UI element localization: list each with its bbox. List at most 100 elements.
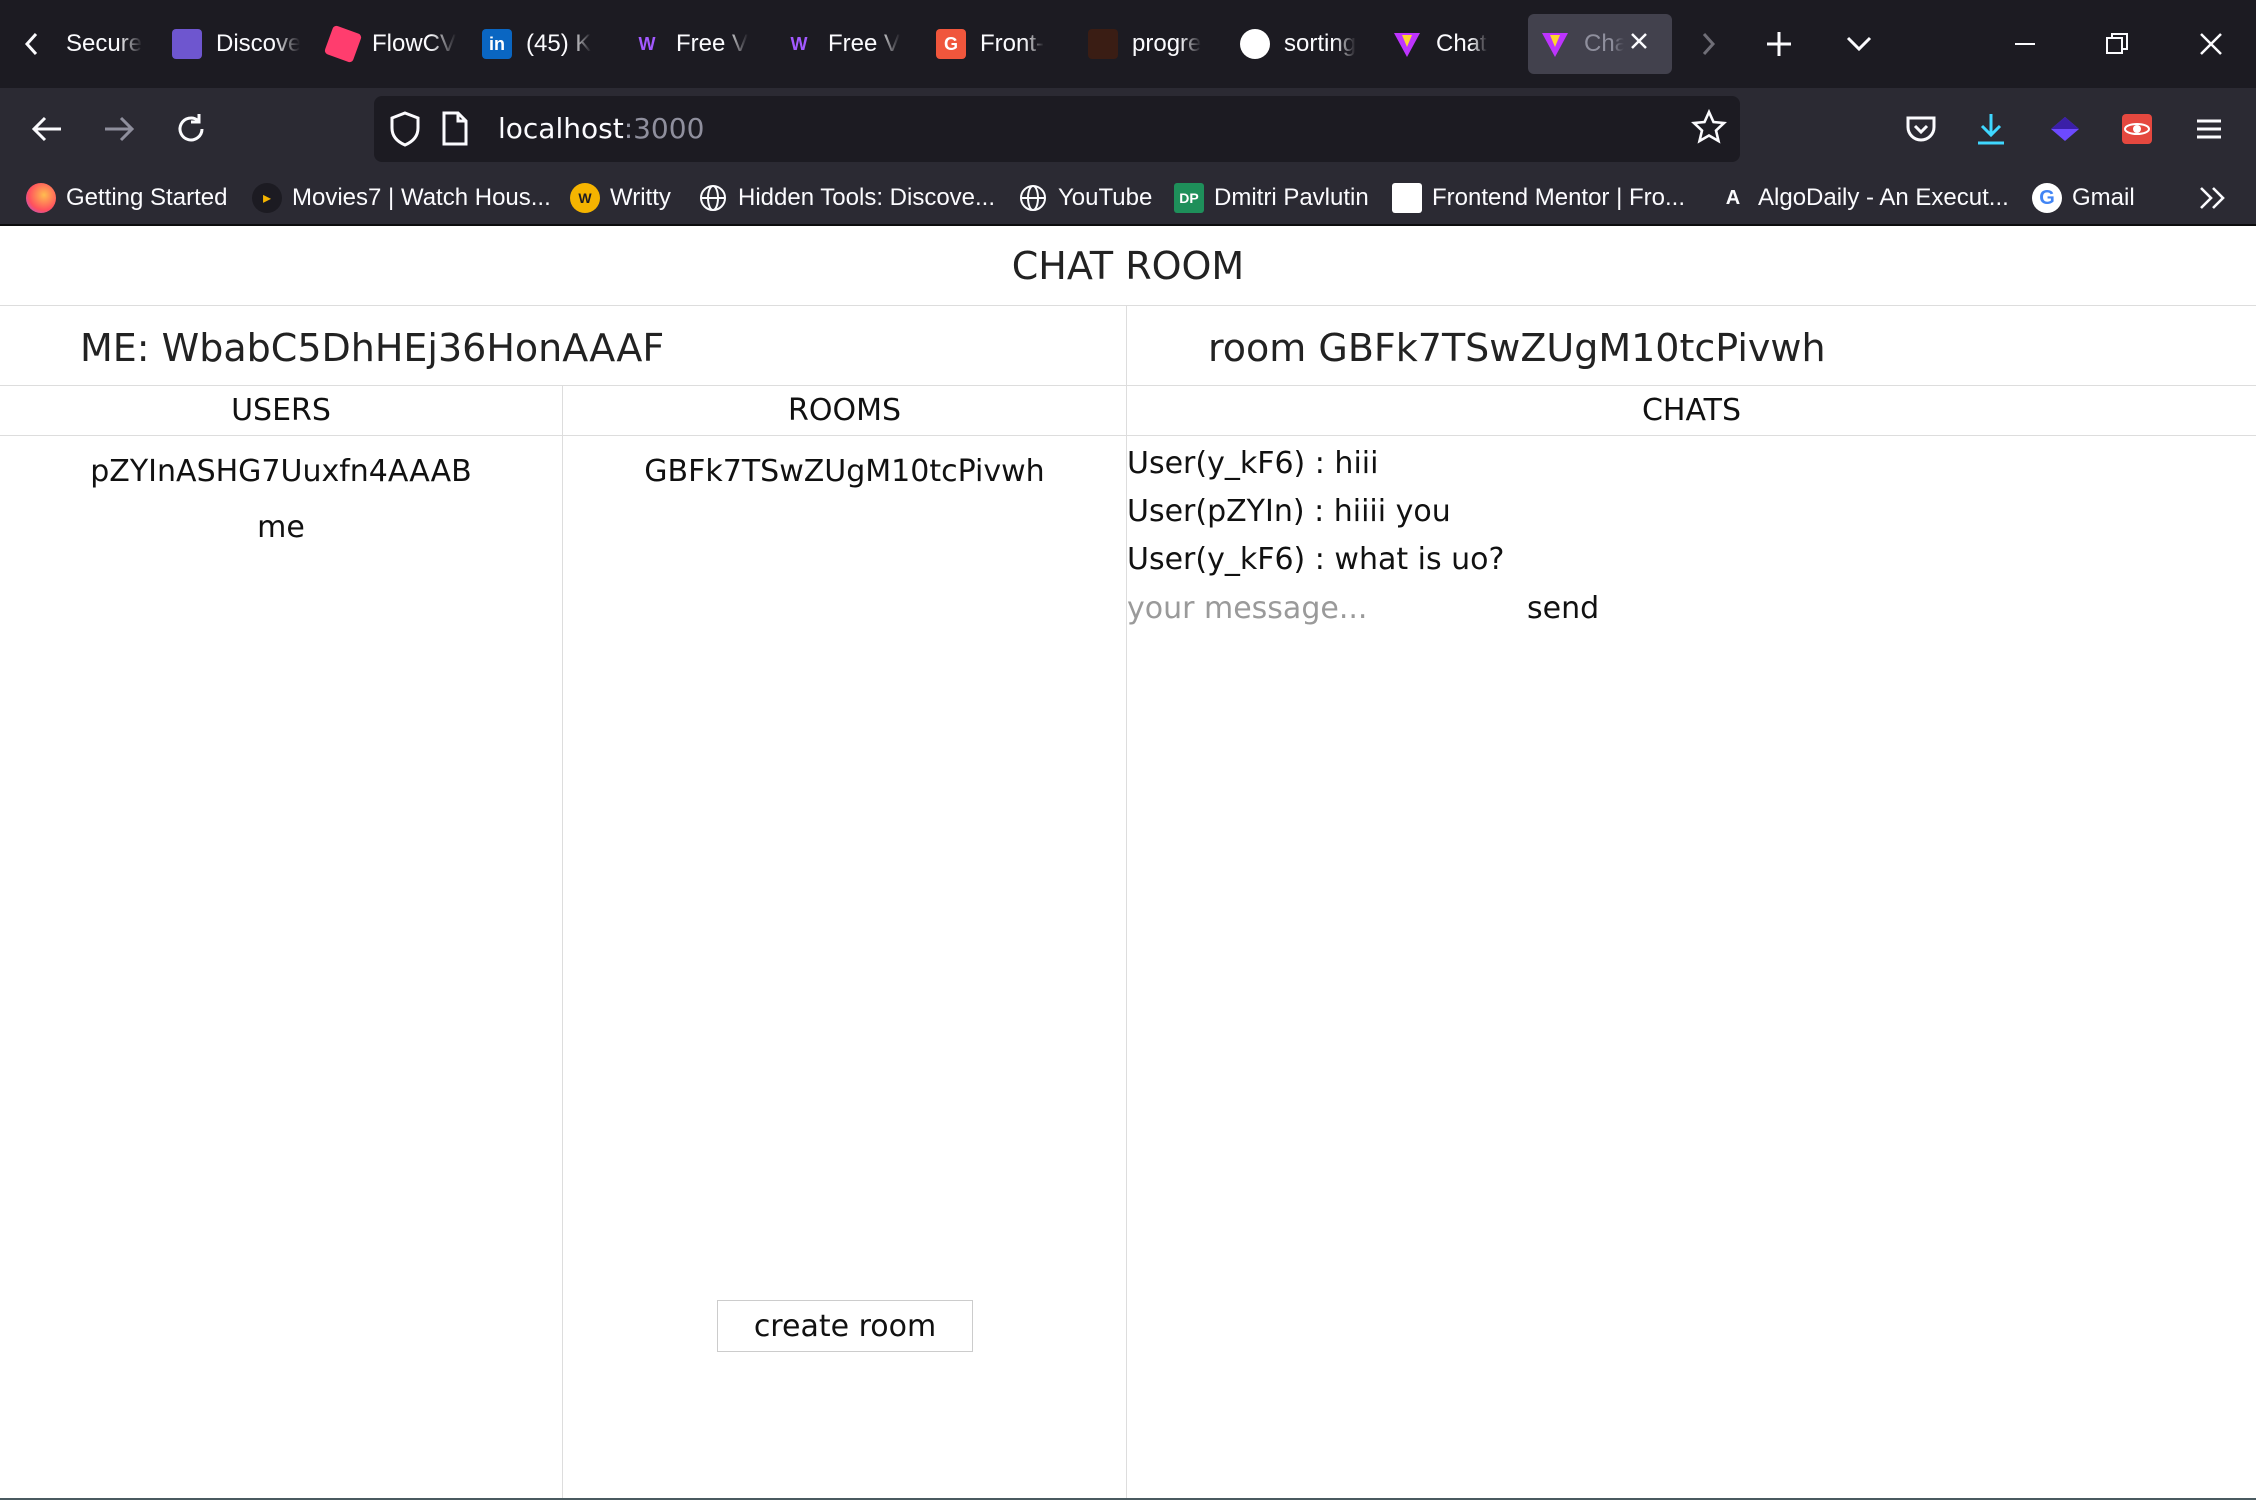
writty-icon: W — [570, 183, 600, 213]
bookmark-label: Movies7 | Watch Hous... — [292, 184, 551, 211]
bookmark-label: YouTube — [1058, 184, 1153, 211]
bookmarks-toolbar: Getting Started ▸ Movies7 | Watch Hous..… — [0, 170, 2256, 226]
scroll-tabs-left-button[interactable] — [12, 14, 52, 74]
bookmark-getting-started[interactable]: Getting Started — [26, 178, 227, 218]
discover-favicon-icon — [172, 29, 202, 59]
bookmark-movies7[interactable]: ▸ Movies7 | Watch Hous... — [252, 178, 551, 218]
message-composer: send — [1127, 584, 2256, 632]
page-bottom-border — [0, 1498, 2256, 1500]
frontend-mentor-icon — [1392, 183, 1422, 213]
pocket-icon — [1906, 116, 1936, 142]
tab-front[interactable]: G Front- — [924, 14, 1064, 74]
minimize-icon — [2015, 43, 2035, 45]
restore-icon — [2106, 33, 2128, 54]
tab-label: Chat — [1436, 30, 1487, 57]
globe-icon — [1018, 183, 1048, 213]
url-port: :3000 — [623, 112, 705, 145]
room-item[interactable]: GBFk7TSwZUgM10tcPivwh — [563, 444, 1126, 500]
tab-chat[interactable]: Chat — [1380, 14, 1520, 74]
chat-app: CHAT ROOM ME: WbabC5DhHEj36HonAAAF room … — [0, 226, 2256, 1500]
current-room-header: room GBFk7TSwZUgM10tcPivwh — [1127, 306, 2256, 386]
webflow-favicon-icon: W — [638, 33, 656, 54]
tab-bar: Secure Discover FlowCV in (45) K W Free … — [0, 0, 2256, 88]
chats-header: CHATS — [1127, 386, 2256, 436]
restore-button[interactable] — [2092, 14, 2142, 74]
navigation-toolbar: localhost:3000 — [0, 88, 2256, 170]
pocket-button[interactable] — [1896, 104, 1946, 154]
tab-secure[interactable]: Secure — [54, 14, 144, 74]
tab-label: Chat — [1584, 30, 1624, 57]
bookmark-frontend-mentor[interactable]: Frontend Mentor | Fro... — [1392, 178, 1685, 218]
reload-button[interactable] — [166, 104, 216, 154]
extension-devtools-button[interactable] — [2112, 104, 2162, 154]
bookmark-gmail[interactable]: G Gmail — [2032, 178, 2135, 218]
bookmark-label: Getting Started — [66, 184, 228, 211]
minimize-button[interactable] — [2000, 14, 2050, 74]
chat-message: User(y_kF6) : what is uo? — [1127, 542, 1505, 577]
tab-chat-active[interactable]: Chat — [1528, 14, 1672, 74]
tab-free-v-1[interactable]: W Free V — [620, 14, 760, 74]
app-menu-button[interactable] — [2184, 104, 2234, 154]
bookmark-writty[interactable]: W Writty — [570, 178, 671, 218]
shield-icon[interactable] — [388, 110, 422, 153]
bookmark-dmitri-pavlutin[interactable]: DP Dmitri Pavlutin — [1174, 178, 1369, 218]
user-item-me[interactable]: me — [0, 500, 562, 556]
close-window-button[interactable] — [2186, 14, 2236, 74]
bookmark-label: Frontend Mentor | Fro... — [1432, 184, 1685, 211]
tab-free-v-2[interactable]: W Free V — [772, 14, 912, 74]
more-bookmarks-button[interactable] — [2196, 178, 2230, 218]
forward-button[interactable] — [94, 104, 144, 154]
back-button[interactable] — [22, 104, 72, 154]
url-text[interactable]: localhost:3000 — [498, 112, 704, 145]
users-list: pZYInASHG7Uuxfn4AAAB me — [0, 436, 562, 556]
vite-favicon-icon — [1540, 29, 1570, 59]
bookmark-hidden-tools[interactable]: Hidden Tools: Discove... — [698, 178, 995, 218]
chevron-right-icon — [1702, 32, 1716, 56]
chat-message: User(pZYIn) : hiiii you — [1127, 494, 1451, 529]
tab-flowcv[interactable]: FlowCV — [316, 14, 456, 74]
extension-proton-button[interactable] — [2040, 104, 2090, 154]
send-button[interactable]: send — [1527, 584, 1599, 632]
downloads-button[interactable] — [1966, 104, 2016, 154]
tab-label: progre — [1132, 30, 1202, 57]
tab-label: sorting — [1284, 30, 1357, 57]
tab-label: FlowCV — [372, 30, 456, 57]
chats-panel: CHATS User(y_kF6) : hiii User(pZYIn) : h… — [1127, 386, 2256, 1500]
arrow-right-icon — [105, 116, 135, 142]
hamburger-menu-icon — [2197, 119, 2221, 139]
users-header: USERS — [0, 386, 562, 436]
close-icon — [2200, 33, 2222, 55]
close-tab-icon[interactable] — [1628, 30, 1650, 59]
tab-discover[interactable]: Discover — [160, 14, 300, 74]
tab-linkedin[interactable]: in (45) K — [470, 14, 610, 74]
tab-progress[interactable]: progre — [1076, 14, 1216, 74]
scroll-tabs-right-button[interactable] — [1690, 14, 1726, 74]
double-chevron-right-icon — [2200, 187, 2225, 209]
tab-label: Front- — [980, 30, 1045, 57]
bookmark-label: AlgoDaily - An Execut... — [1758, 184, 2009, 211]
bookmark-label: Writty — [610, 184, 671, 211]
tab-sorting[interactable]: sorting — [1228, 14, 1368, 74]
address-bar[interactable]: localhost:3000 — [374, 96, 1740, 162]
linkedin-favicon-icon: in — [482, 29, 512, 59]
user-item[interactable]: pZYInASHG7Uuxfn4AAAB — [0, 444, 562, 500]
list-all-tabs-button[interactable] — [1834, 14, 1884, 74]
bookmark-star-icon[interactable] — [1690, 108, 1728, 151]
tab-label: Secure — [66, 30, 143, 57]
url-host: localhost — [498, 112, 624, 145]
chat-message: User(y_kF6) : hiii — [1127, 446, 1379, 481]
create-room-button[interactable]: create room — [717, 1300, 973, 1352]
message-input[interactable] — [1127, 584, 1507, 632]
page-icon[interactable] — [440, 110, 470, 153]
bookmark-label: Hidden Tools: Discove... — [738, 184, 996, 211]
google-icon: G — [2032, 183, 2062, 213]
download-icon — [1978, 114, 2004, 145]
react-devtools-extension-icon — [2122, 114, 2152, 144]
bookmark-youtube[interactable]: YouTube — [1018, 178, 1152, 218]
dp-icon: DP — [1174, 183, 1204, 213]
rooms-list: GBFk7TSwZUgM10tcPivwh — [563, 436, 1126, 500]
new-tab-button[interactable] — [1754, 14, 1804, 74]
algodaily-icon: A — [1725, 186, 1741, 209]
bookmark-algodaily[interactable]: A AlgoDaily - An Execut... — [1718, 178, 2009, 218]
vite-favicon-icon — [1392, 29, 1422, 59]
